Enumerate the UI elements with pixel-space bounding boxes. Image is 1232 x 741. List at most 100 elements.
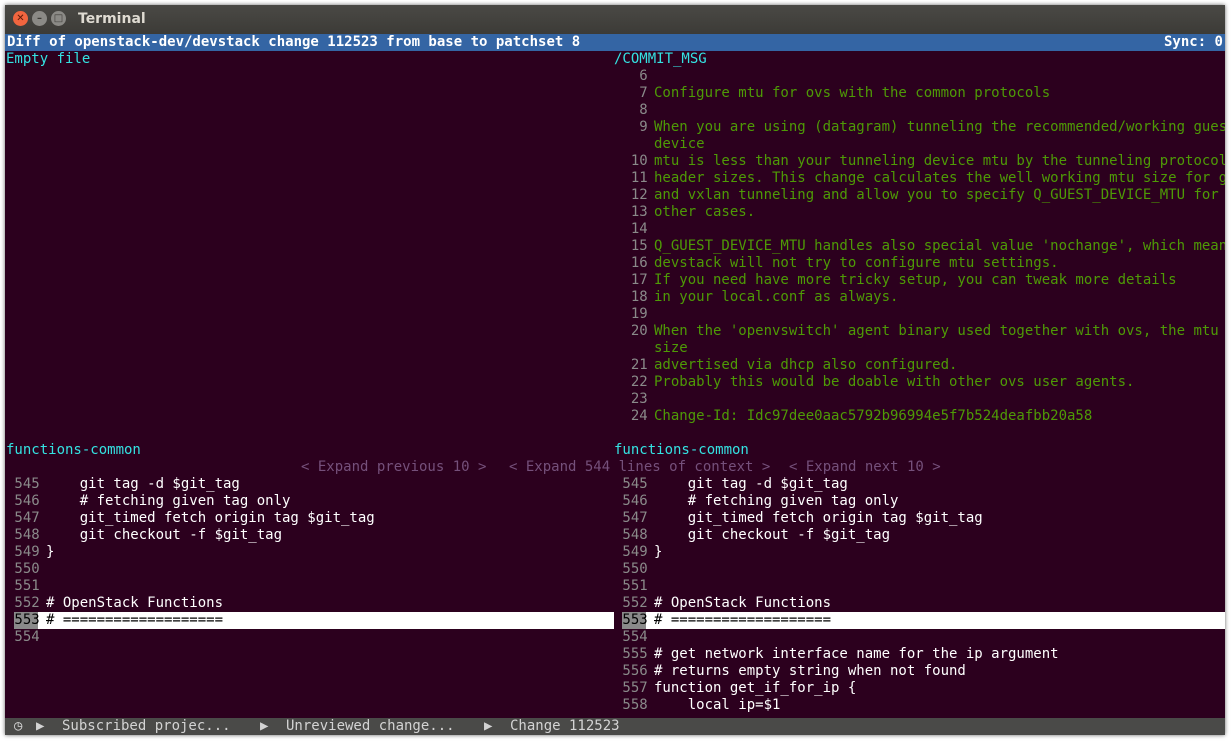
commit-msg-line: size bbox=[654, 340, 688, 356]
commit-msg-line: If you need have more tricky setup, you … bbox=[654, 272, 1177, 288]
maximize-icon[interactable]: □ bbox=[51, 11, 66, 26]
line-number: 9 bbox=[614, 119, 648, 135]
line-number: 550 bbox=[6, 561, 40, 577]
expand-previous-button[interactable]: < Expand previous 10 > bbox=[301, 459, 486, 476]
line-number: 552 bbox=[614, 595, 648, 611]
line-number: 548 bbox=[6, 527, 40, 543]
line-number: 8 bbox=[614, 102, 648, 118]
line-number: 549 bbox=[6, 544, 40, 560]
line-number: 17 bbox=[614, 272, 648, 288]
code-line: } bbox=[654, 544, 663, 560]
line-number bbox=[614, 136, 648, 153]
commit-msg-line: When the 'openvswitch' agent binary used… bbox=[654, 323, 1219, 339]
commit-msg-line: Q_GUEST_DEVICE_MTU handles also special … bbox=[654, 238, 1225, 254]
code-line: git tag -d $git_tag bbox=[46, 476, 240, 492]
commit-msg-file-name[interactable]: /COMMIT_MSG bbox=[614, 51, 707, 68]
line-number: 547 bbox=[614, 510, 648, 526]
breadcrumb-unreviewed-changes[interactable]: Unreviewed change... bbox=[286, 718, 455, 735]
line-number: 551 bbox=[614, 578, 648, 594]
diff-header: Diff of openstack-dev/devstack change 11… bbox=[5, 34, 1225, 51]
commit-msg-line: devstack will not try to configure mtu s… bbox=[654, 255, 1059, 271]
triangle-right-icon: ▶ bbox=[36, 718, 45, 734]
commit-msg-line: advertised via dhcp also configured. bbox=[654, 357, 958, 373]
line-number: 15 bbox=[614, 238, 648, 254]
expand-context-button[interactable]: < Expand 544 lines of context > bbox=[509, 459, 770, 476]
terminal-content[interactable]: Diff of openstack-dev/devstack change 11… bbox=[5, 34, 1225, 735]
commit-msg-line: When you are using (datagram) tunneling … bbox=[654, 119, 1225, 135]
code-line: git checkout -f $git_tag bbox=[46, 527, 283, 543]
code-line: # get network interface name for the ip … bbox=[654, 646, 1059, 662]
line-number: 12 bbox=[614, 187, 648, 203]
line-number: 557 bbox=[614, 680, 648, 696]
line-number: 553 bbox=[614, 612, 648, 628]
line-number: 553 bbox=[6, 612, 40, 628]
right-file-name[interactable]: functions-common bbox=[614, 442, 749, 459]
line-number: 552 bbox=[6, 595, 40, 611]
line-number: 547 bbox=[6, 510, 40, 526]
line-number: 16 bbox=[614, 255, 648, 271]
code-line: # OpenStack Functions bbox=[654, 595, 832, 611]
code-line: function get_if_for_ip { bbox=[654, 680, 857, 696]
line-number: 551 bbox=[6, 578, 40, 594]
line-number: 22 bbox=[614, 374, 648, 390]
code-line: git_timed fetch origin tag $git_tag bbox=[46, 510, 375, 526]
line-number: 545 bbox=[6, 476, 40, 492]
code-line: git tag -d $git_tag bbox=[654, 476, 848, 492]
commit-msg-line: mtu is less than your tunneling device m… bbox=[654, 153, 1225, 169]
window-title: Terminal bbox=[78, 11, 146, 27]
line-number: 6 bbox=[614, 68, 648, 84]
line-number: 546 bbox=[614, 493, 648, 509]
commit-msg-line: Change-Id: Idc97dee0aac5792b96994e5f7b52… bbox=[654, 408, 1093, 424]
commit-msg-line: Probably this would be doable with other… bbox=[654, 374, 1135, 390]
line-number: 13 bbox=[614, 204, 648, 220]
code-line: # fetching given tag only bbox=[654, 493, 899, 509]
code-line: # =================== bbox=[46, 612, 224, 628]
title-bar: ✕ – □ Terminal bbox=[5, 5, 1225, 34]
line-number: 546 bbox=[6, 493, 40, 509]
commit-msg-line: and vxlan tunneling and allow you to spe… bbox=[654, 187, 1219, 203]
code-line: } bbox=[46, 544, 55, 560]
code-line: git_timed fetch origin tag $git_tag bbox=[654, 510, 983, 526]
code-line: git checkout -f $git_tag bbox=[654, 527, 891, 543]
line-number: 11 bbox=[614, 170, 648, 186]
code-line: local ip=$1 bbox=[654, 697, 781, 713]
line-number: 558 bbox=[614, 697, 648, 713]
sync-status: Sync: 0 bbox=[1163, 34, 1223, 50]
commit-msg-line: in your local.conf as always. bbox=[654, 289, 899, 305]
line-number: 24 bbox=[614, 408, 648, 424]
line-number: 14 bbox=[614, 221, 648, 237]
line-number: 555 bbox=[614, 646, 648, 662]
breadcrumb-change[interactable]: Change 112523 bbox=[510, 718, 620, 735]
line-number: 548 bbox=[614, 527, 648, 543]
breadcrumb-subscribed-projects[interactable]: Subscribed projec... bbox=[62, 718, 231, 735]
empty-file-label: Empty file bbox=[6, 51, 91, 67]
line-number: 20 bbox=[614, 323, 648, 339]
line-number: 554 bbox=[614, 629, 648, 645]
line-number: 556 bbox=[614, 663, 648, 679]
diff-header-text: Diff of openstack-dev/devstack change 11… bbox=[7, 34, 581, 50]
code-line: # OpenStack Functions bbox=[46, 595, 224, 611]
line-number: 19 bbox=[614, 306, 648, 322]
line-number: 21 bbox=[614, 357, 648, 373]
line-number: 7 bbox=[614, 85, 648, 101]
clock-icon: ◷ bbox=[14, 718, 23, 734]
code-line: # returns empty string when not found bbox=[654, 663, 966, 679]
line-number: 18 bbox=[614, 289, 648, 305]
status-bar: ◷ ▶ Subscribed projec... ▶ Unreviewed ch… bbox=[5, 718, 1225, 735]
expand-next-button[interactable]: < Expand next 10 > bbox=[789, 459, 941, 476]
close-icon[interactable]: ✕ bbox=[13, 11, 28, 26]
code-line: # =================== bbox=[654, 612, 832, 628]
minimize-icon[interactable]: – bbox=[32, 11, 47, 26]
line-number: 23 bbox=[614, 391, 648, 407]
commit-msg-line: Configure mtu for ovs with the common pr… bbox=[654, 85, 1051, 101]
line-number: 549 bbox=[614, 544, 648, 560]
line-number: 554 bbox=[6, 629, 40, 645]
triangle-right-icon: ▶ bbox=[260, 718, 269, 734]
code-line: # fetching given tag only bbox=[46, 493, 291, 509]
left-file-name[interactable]: functions-common bbox=[6, 442, 141, 459]
line-number: 10 bbox=[614, 153, 648, 169]
commit-msg-line: other cases. bbox=[654, 204, 756, 220]
triangle-right-icon: ▶ bbox=[484, 718, 493, 734]
line-number: 545 bbox=[614, 476, 648, 492]
line-number: 550 bbox=[614, 561, 648, 577]
